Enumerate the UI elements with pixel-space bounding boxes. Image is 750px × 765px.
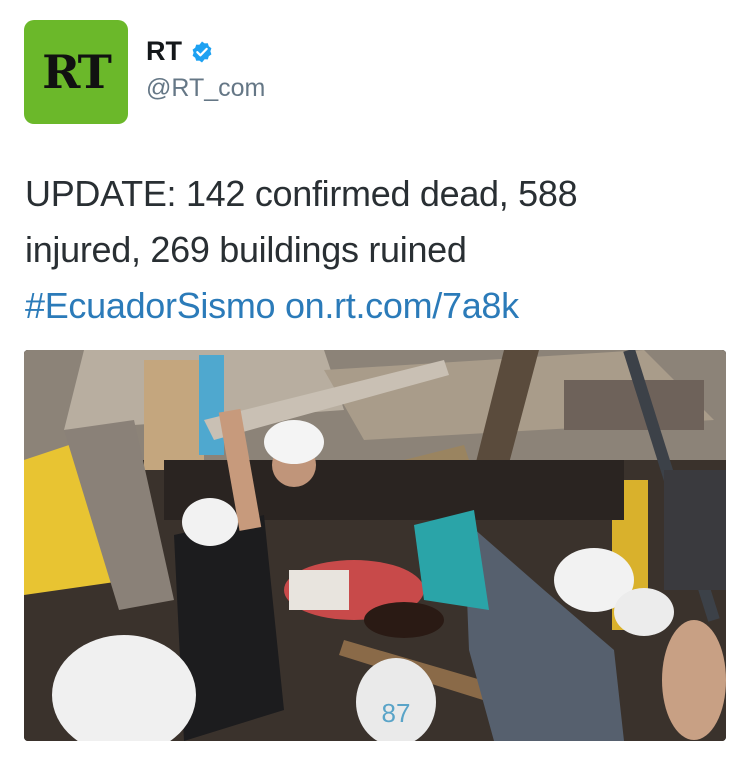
tweet-photo[interactable]: 87 xyxy=(24,350,726,741)
verified-badge-icon xyxy=(190,40,214,64)
display-name-row: RT xyxy=(146,36,214,67)
tweet-text-line-2: injured, 269 buildings ruined xyxy=(25,229,467,270)
avatar-logo-text: RT xyxy=(42,45,112,99)
hashtag-link[interactable]: #EcuadorSismo xyxy=(25,285,276,326)
user-handle[interactable]: @RT_com xyxy=(146,74,265,103)
tweet-text: UPDATE: 142 confirmed dead, 588 injured,… xyxy=(25,166,725,334)
tweet-text-line-1: UPDATE: 142 confirmed dead, 588 xyxy=(25,173,578,214)
display-name[interactable]: RT xyxy=(146,36,182,67)
tweet-links-line: #EcuadorSismo on.rt.com/7a8k xyxy=(25,278,725,334)
helmet-number-label: 87 xyxy=(382,698,411,728)
profile-avatar[interactable]: RT xyxy=(24,20,128,124)
url-link[interactable]: on.rt.com/7a8k xyxy=(285,285,519,326)
